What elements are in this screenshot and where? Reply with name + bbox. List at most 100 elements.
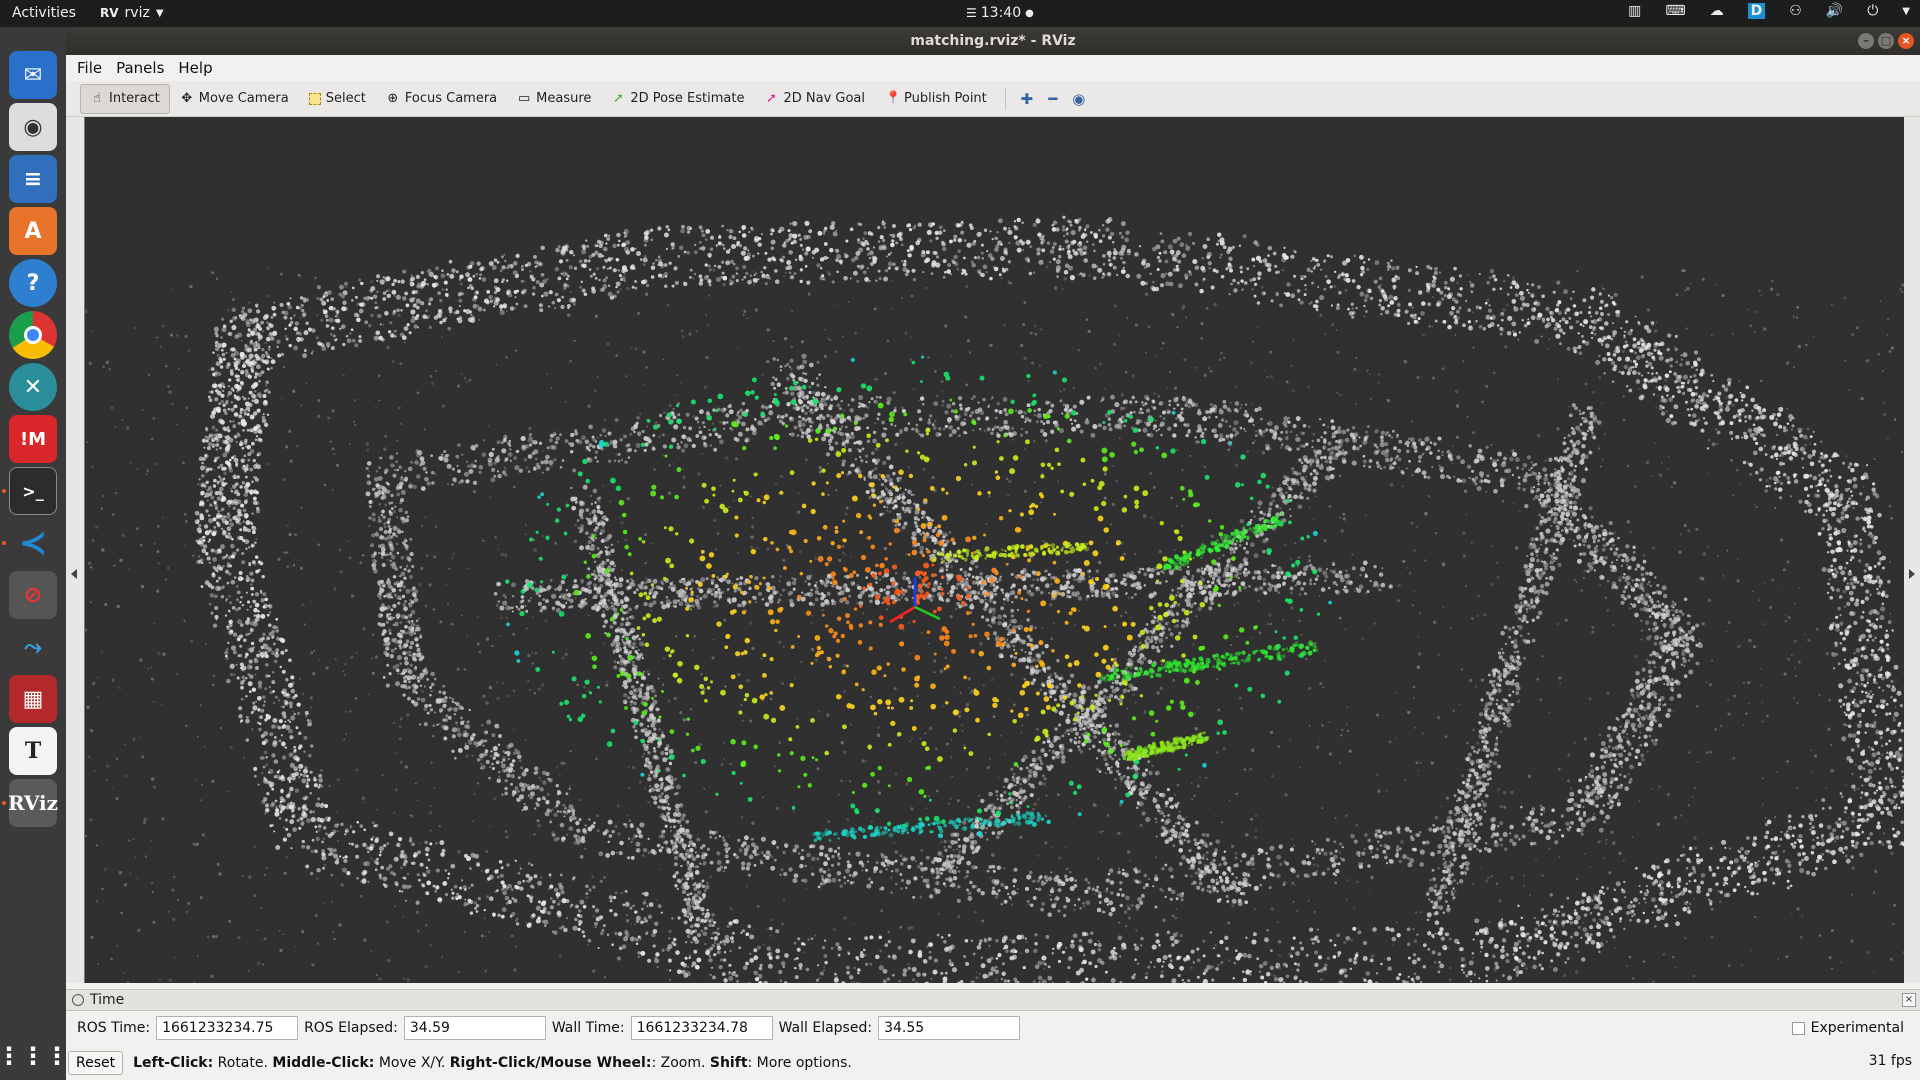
right-click-desc: : Zoom. <box>651 1054 706 1071</box>
wall-time-field[interactable] <box>630 1016 773 1040</box>
tool-publish-point[interactable]: 📍 Publish Point <box>875 84 997 114</box>
focus-target-icon: ⊕ <box>387 90 399 106</box>
left-click-hint: Left-Click: <box>133 1054 214 1071</box>
time-panel: ROS Time: ROS Elapsed: Wall Time: Wall E… <box>66 1011 1920 1045</box>
add-tool-icon[interactable]: ✚ <box>1014 86 1040 112</box>
status-bar: Reset Left-Click: Rotate. Middle-Click: … <box>66 1045 1920 1080</box>
clock-icon <box>72 994 84 1006</box>
clock-time: 13:40 <box>980 5 1022 21</box>
tool-label: 2D Pose Estimate <box>630 91 745 106</box>
screen-app-icon[interactable]: ▦ <box>9 675 57 723</box>
minimize-button[interactable]: – <box>1858 33 1874 49</box>
left-click-desc: Rotate. <box>217 1054 268 1071</box>
shift-hint: Shift <box>709 1054 748 1071</box>
typora-icon[interactable]: T <box>9 727 57 775</box>
middle-click-hint: Middle-Click: <box>272 1054 375 1071</box>
cloud-icon[interactable]: ☁ <box>1710 3 1724 19</box>
fps-counter: 31 fps <box>1868 1053 1912 1069</box>
help-icon[interactable]: ? <box>9 259 57 307</box>
collapse-right-icon <box>1909 569 1915 579</box>
dot-indicator-icon: ● <box>1025 7 1034 19</box>
clock[interactable]: ☰ 13:40 ● <box>966 5 1034 21</box>
rviz-app-icon: RV <box>100 6 119 20</box>
tool-label: 2D Nav Goal <box>783 91 866 106</box>
menu-help[interactable]: Help <box>178 59 212 77</box>
rviz-icon[interactable]: RViz <box>8 779 58 827</box>
left-dock-handle[interactable] <box>66 117 84 983</box>
running-indicator <box>2 489 6 493</box>
tool-bar: ☝ Interact ✥ Move Camera Select ⊕ Focus … <box>66 81 1920 117</box>
show-applications-icon[interactable]: ⋮⋮⋮ <box>0 1032 69 1080</box>
running-indicator <box>2 541 6 545</box>
sensor-frame-axis <box>889 605 916 624</box>
gnome-top-bar: Activities RV rviz ▼ ☰ 13:40 ● ▥ ⌨ ☁ D ⚇… <box>0 0 1920 27</box>
tool-label: Move Camera <box>198 91 289 106</box>
tool-measure[interactable]: ▭ Measure <box>507 84 601 114</box>
experimental-toggle[interactable]: Experimental <box>1791 1020 1904 1036</box>
menu-panels[interactable]: Panels <box>116 59 164 77</box>
move-arrows-icon: ✥ <box>181 90 193 106</box>
thunderbird-icon[interactable]: ✉ <box>9 51 57 99</box>
system-tray: ▥ ⌨ ☁ D ⚇ 🔊 ⏻ ▼ <box>1628 3 1910 19</box>
kali-dragon-icon[interactable]: ⤳ <box>9 623 57 671</box>
app-menu[interactable]: RV rviz ▼ <box>100 5 164 21</box>
experimental-checkbox[interactable] <box>1791 1021 1805 1035</box>
pink-arrow-icon: ➚ <box>766 90 777 106</box>
window-title: matching.rviz* - RViz <box>910 33 1076 49</box>
reset-button[interactable]: Reset <box>68 1050 124 1075</box>
notification-icon: ☰ <box>966 6 977 20</box>
map-pin-icon: 📍 <box>885 90 902 106</box>
chrome-icon[interactable] <box>9 311 57 359</box>
right-dock-handle[interactable] <box>1904 117 1920 983</box>
crossover-icon[interactable]: ✕ <box>9 363 57 411</box>
rhythmbox-icon[interactable]: ◉ <box>9 103 57 151</box>
ros-elapsed-field[interactable] <box>403 1016 546 1040</box>
menu-bar: File Panels Help <box>66 55 1920 81</box>
dictionary-icon[interactable]: D <box>1747 3 1766 19</box>
wall-time-label: Wall Time: <box>551 1020 625 1036</box>
tool-2d-pose-estimate[interactable]: ➚ 2D Pose Estimate <box>601 84 754 114</box>
camera-view-icon[interactable]: ◉ <box>1066 86 1092 112</box>
tool-focus-camera[interactable]: ⊕ Focus Camera <box>376 84 507 114</box>
terminal-icon[interactable]: >_ <box>9 467 57 515</box>
select-box-icon <box>308 92 321 105</box>
middle-click-desc: Move X/Y. <box>378 1054 446 1071</box>
system-monitor-icon[interactable]: ⊘ <box>9 571 57 619</box>
menu-file[interactable]: File <box>77 59 102 77</box>
3d-render-viewport[interactable] <box>84 117 1904 983</box>
ros-time-label: ROS Time: <box>77 1020 151 1036</box>
wall-elapsed-field[interactable] <box>878 1016 1021 1040</box>
indicator-icon[interactable]: ▥ <box>1628 3 1641 19</box>
wall-elapsed-label: Wall Elapsed: <box>778 1020 873 1036</box>
close-panel-button[interactable]: × <box>1902 993 1916 1007</box>
tool-select[interactable]: Select <box>299 84 376 114</box>
tool-label: Interact <box>109 91 160 106</box>
activities-button[interactable]: Activities <box>12 5 76 21</box>
toolbar-separator <box>1004 87 1006 110</box>
remove-tool-icon[interactable]: ━ <box>1040 86 1066 112</box>
vscode-icon[interactable]: ≺ <box>9 519 57 567</box>
tool-label: Publish Point <box>904 91 987 106</box>
volume-icon[interactable]: 🔊 <box>1826 3 1843 19</box>
right-click-hint: Right-Click/Mouse Wheel: <box>449 1054 652 1071</box>
ros-time-field[interactable] <box>156 1016 299 1040</box>
dock: ✉ ◉ ≡ A ? ✕ !M >_ ≺ ⊘ ⤳ ▦ T RViz ⋮⋮⋮ <box>0 27 69 1080</box>
time-panel-header: Time × <box>66 989 1920 1011</box>
close-button[interactable]: × <box>1898 33 1914 49</box>
power-icon[interactable]: ⏻ <box>1867 3 1878 19</box>
software-center-icon[interactable]: A <box>9 207 57 255</box>
tool-label: Focus Camera <box>404 91 498 106</box>
tool-label: Select <box>325 91 366 106</box>
tool-interact[interactable]: ☝ Interact <box>80 83 170 114</box>
green-arrow-icon: ➚ <box>612 90 624 106</box>
network-icon[interactable]: ⚇ <box>1789 3 1802 19</box>
window-titlebar[interactable]: matching.rviz* - RViz – □ × <box>66 27 1920 55</box>
chevron-down-icon[interactable]: ▼ <box>1902 6 1910 17</box>
tool-move-camera[interactable]: ✥ Move Camera <box>170 84 299 114</box>
tool-2d-nav-goal[interactable]: ➚ 2D Nav Goal <box>754 84 875 114</box>
maximize-button[interactable]: □ <box>1878 33 1894 49</box>
libreoffice-writer-icon[interactable]: ≡ <box>9 155 57 203</box>
keyboard-icon[interactable]: ⌨ <box>1665 3 1685 19</box>
mindmaster-icon[interactable]: !M <box>9 415 57 463</box>
hand-pointer-icon: ☝ <box>93 90 101 106</box>
